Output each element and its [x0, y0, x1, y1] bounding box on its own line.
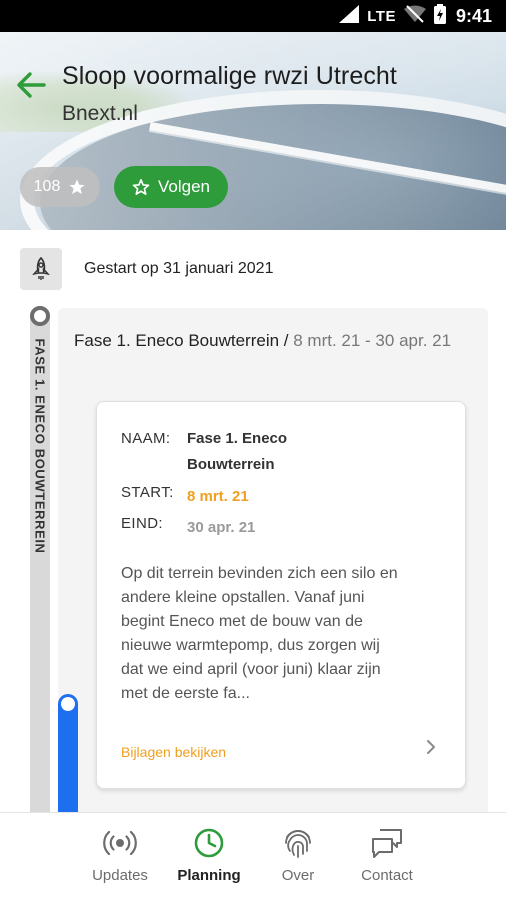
arrow-left-icon [17, 72, 46, 98]
nav-label: Over [281, 867, 315, 884]
star-outline-icon [132, 179, 150, 195]
timeline-phase-label: FASE 1. ENECO BOUWTERREIN [32, 338, 48, 554]
eind-row: EIND: 30 apr. 21 [121, 515, 367, 541]
status-bar: LTE 9:41 [0, 0, 506, 32]
nav-label: Contact [361, 867, 413, 884]
nav-over[interactable]: Over [253, 827, 343, 884]
nav-contact[interactable]: Contact [342, 827, 432, 884]
rating-chip[interactable]: 108 [20, 167, 100, 207]
back-button[interactable] [14, 68, 48, 102]
battery-charging-icon [433, 3, 446, 29]
naam-row: NAAM: Fase 1. Eneco Bouwterrein [121, 426, 367, 478]
phase-heading: Fase 1. Eneco Bouwterrein / 8 mrt. 21 - … [74, 326, 474, 356]
phase-dates: 8 mrt. 21 - 30 apr. 21 [293, 331, 452, 350]
fingerprint-icon [285, 830, 311, 858]
chat-icon [372, 829, 402, 858]
start-row-card: START: 8 mrt. 21 [121, 484, 367, 510]
eind-value: 30 apr. 21 [187, 519, 256, 536]
nav-label: Updates [92, 867, 148, 884]
clock-icon [194, 828, 224, 858]
phase-description: Op dit terrein bevinden zich een silo en… [121, 565, 398, 702]
chevron-right-icon[interactable] [423, 736, 439, 758]
timeline-current-node [61, 697, 75, 711]
start-date-text: Gestart op 31 januari 2021 [84, 260, 274, 277]
project-title: Sloop voormalige rwzi Utrecht [62, 62, 397, 90]
phase-name: Fase 1. Eneco Bouwterrein / [74, 331, 289, 350]
rocket-icon-box [20, 248, 62, 290]
naam-label: NAAM: [121, 430, 171, 447]
wifi-off-icon [403, 4, 426, 28]
rating-count: 108 [33, 178, 61, 195]
nav-label: Planning [177, 867, 241, 884]
broadcast-icon [103, 830, 137, 856]
timeline-node [30, 306, 50, 326]
star-icon [69, 179, 85, 195]
rocket-icon [32, 257, 50, 280]
follow-button[interactable]: Volgen [114, 166, 228, 208]
eind-label: EIND: [121, 515, 164, 532]
start-label: START: [121, 484, 174, 501]
network-type: LTE [367, 7, 396, 25]
nav-planning[interactable]: Planning [164, 827, 254, 884]
clock-time: 9:41 [455, 5, 492, 26]
phase-card[interactable]: NAAM: Fase 1. Eneco Bouwterrein START: 8 m… [96, 401, 466, 789]
nav-updates[interactable]: Updates [75, 827, 165, 884]
signal-icon [339, 4, 360, 28]
follow-label: Volgen [158, 177, 210, 196]
bottom-navigation: Updates Planning Over Contact [0, 812, 506, 900]
naam-value: Fase 1. Eneco Bouwterrein [187, 430, 288, 473]
start-value: 8 mrt. 21 [187, 488, 249, 505]
app-screen: LTE 9:41 Sloop voormalige rwzi Utrecht B… [0, 0, 506, 900]
start-row: Gestart op 31 januari 2021 [20, 248, 273, 290]
attachments-link[interactable]: Bijlagen bekijken [121, 744, 226, 760]
project-source: Bnext.nl [62, 102, 138, 125]
